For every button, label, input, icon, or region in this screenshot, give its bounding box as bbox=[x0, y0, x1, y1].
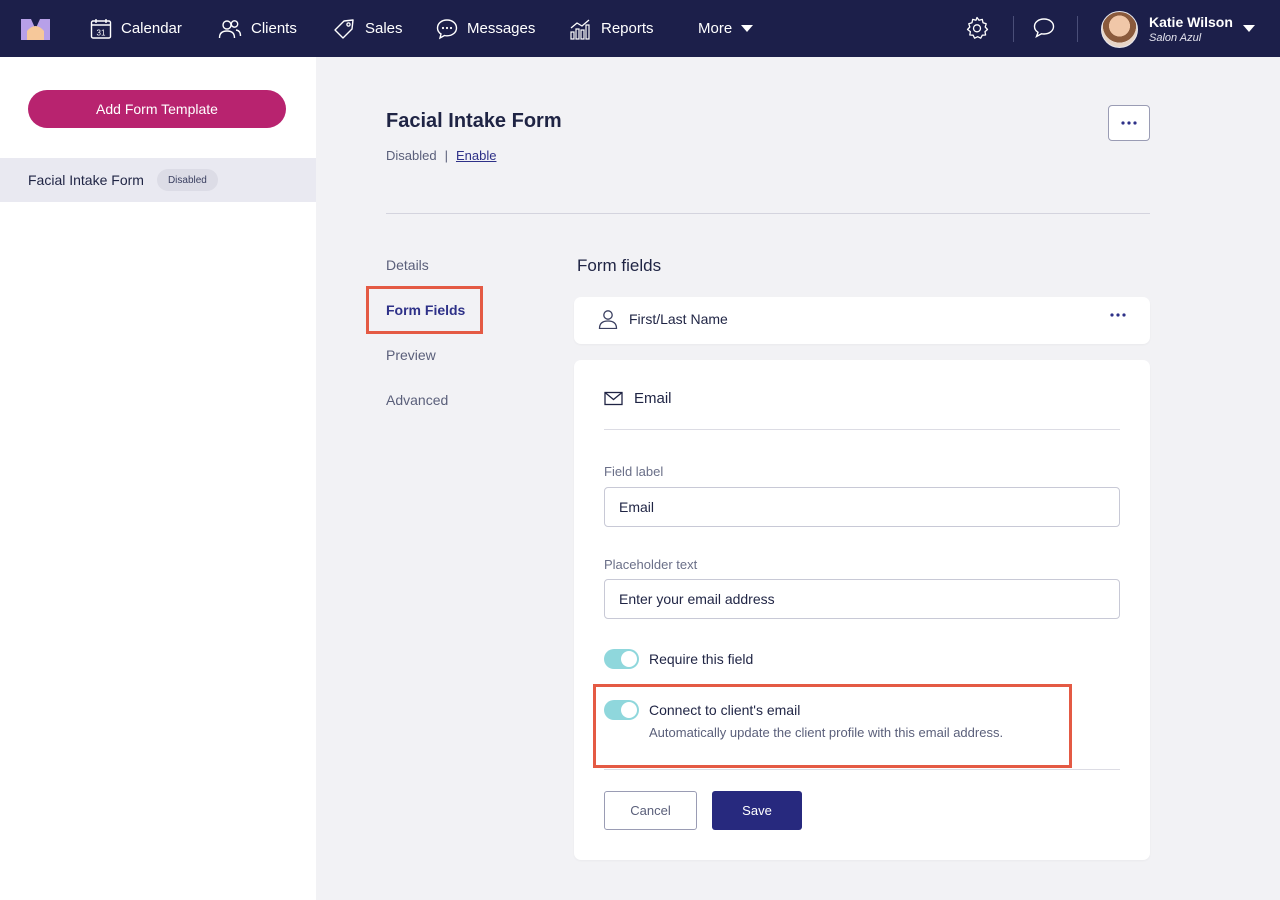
avatar bbox=[1101, 10, 1138, 48]
nav-label: Clients bbox=[251, 20, 297, 37]
calendar-icon: 31 bbox=[90, 18, 112, 39]
top-nav: 31 Calendar Clients Sales Messages Repor… bbox=[0, 0, 1280, 57]
status-badge: Disabled bbox=[156, 169, 218, 191]
bar-chart-icon bbox=[570, 19, 590, 40]
field-card-email: Email Field label Placeholder text Requi… bbox=[574, 360, 1150, 860]
user-salon: Salon Azul bbox=[1149, 31, 1202, 44]
user-name: Katie Wilson bbox=[1149, 13, 1233, 30]
nav-calendar[interactable]: 31 Calendar bbox=[90, 0, 182, 57]
nav-label: Messages bbox=[467, 20, 536, 37]
tab-details[interactable]: Details bbox=[386, 257, 429, 273]
nav-reports[interactable]: Reports bbox=[569, 0, 654, 57]
sidebar: Add Form Template Facial Intake Form Dis… bbox=[0, 57, 316, 900]
nav-clients[interactable]: Clients bbox=[218, 0, 297, 57]
envelope-icon bbox=[604, 391, 623, 406]
cancel-button[interactable]: Cancel bbox=[604, 791, 697, 830]
card-divider bbox=[604, 429, 1120, 430]
highlight-box-form-fields bbox=[366, 286, 483, 334]
nav-label: Sales bbox=[365, 20, 403, 37]
nav-label: Calendar bbox=[121, 20, 182, 37]
page-title: Facial Intake Form bbox=[386, 110, 562, 132]
tag-icon bbox=[334, 18, 354, 39]
add-form-template-button[interactable]: Add Form Template bbox=[28, 90, 286, 128]
nav-messages[interactable]: Messages bbox=[436, 0, 535, 57]
sidebar-item-facial-intake-form[interactable]: Facial Intake Form Disabled bbox=[0, 158, 316, 202]
field-label-title: Field label bbox=[604, 464, 664, 479]
nav-sales[interactable]: Sales bbox=[333, 0, 403, 57]
field-name-label: First/Last Name bbox=[629, 311, 728, 327]
require-field-label: Require this field bbox=[649, 651, 754, 667]
clients-icon bbox=[218, 19, 242, 38]
calendar-day: 31 bbox=[97, 28, 106, 37]
caret-down-icon bbox=[741, 24, 754, 32]
status-separator: | bbox=[444, 148, 448, 163]
caret-down-icon bbox=[1243, 25, 1255, 32]
require-field-row: Require this field bbox=[604, 649, 753, 669]
save-button[interactable]: Save bbox=[712, 791, 802, 830]
toggle-knob bbox=[621, 651, 637, 667]
email-card-title: Email bbox=[634, 390, 672, 407]
require-field-toggle[interactable] bbox=[604, 649, 639, 669]
gear-icon[interactable] bbox=[965, 16, 989, 40]
header-divider bbox=[386, 213, 1150, 214]
nav-label: Reports bbox=[601, 20, 654, 37]
tab-preview[interactable]: Preview bbox=[386, 347, 436, 363]
enable-link[interactable]: Enable bbox=[456, 148, 496, 163]
form-status: Disabled bbox=[386, 148, 437, 163]
card-divider bbox=[604, 769, 1120, 770]
more-options-button[interactable] bbox=[1108, 105, 1150, 141]
field-card-name[interactable]: First/Last Name bbox=[574, 297, 1150, 344]
chat-icon[interactable] bbox=[1032, 16, 1056, 40]
app-logo[interactable] bbox=[21, 19, 50, 40]
chat-bubble-icon bbox=[436, 18, 458, 39]
user-menu[interactable]: Katie Wilson Salon Azul bbox=[1101, 10, 1255, 48]
person-icon bbox=[598, 310, 618, 329]
placeholder-text-title: Placeholder text bbox=[604, 557, 698, 572]
form-status-line: Disabled | Enable bbox=[386, 148, 496, 163]
placeholder-text-input[interactable] bbox=[604, 579, 1120, 619]
nav-separator bbox=[1077, 16, 1078, 42]
tab-advanced[interactable]: Advanced bbox=[386, 392, 448, 408]
sidebar-item-label: Facial Intake Form bbox=[28, 172, 144, 188]
ellipsis-icon bbox=[1121, 121, 1137, 125]
field-label-input[interactable] bbox=[604, 487, 1120, 527]
nav-more[interactable]: More bbox=[698, 0, 754, 57]
nav-separator bbox=[1013, 16, 1014, 42]
nav-label: More bbox=[698, 20, 733, 37]
highlight-box-connect-email bbox=[593, 684, 1072, 768]
section-title: Form fields bbox=[577, 256, 662, 275]
ellipsis-icon[interactable] bbox=[1110, 313, 1126, 317]
